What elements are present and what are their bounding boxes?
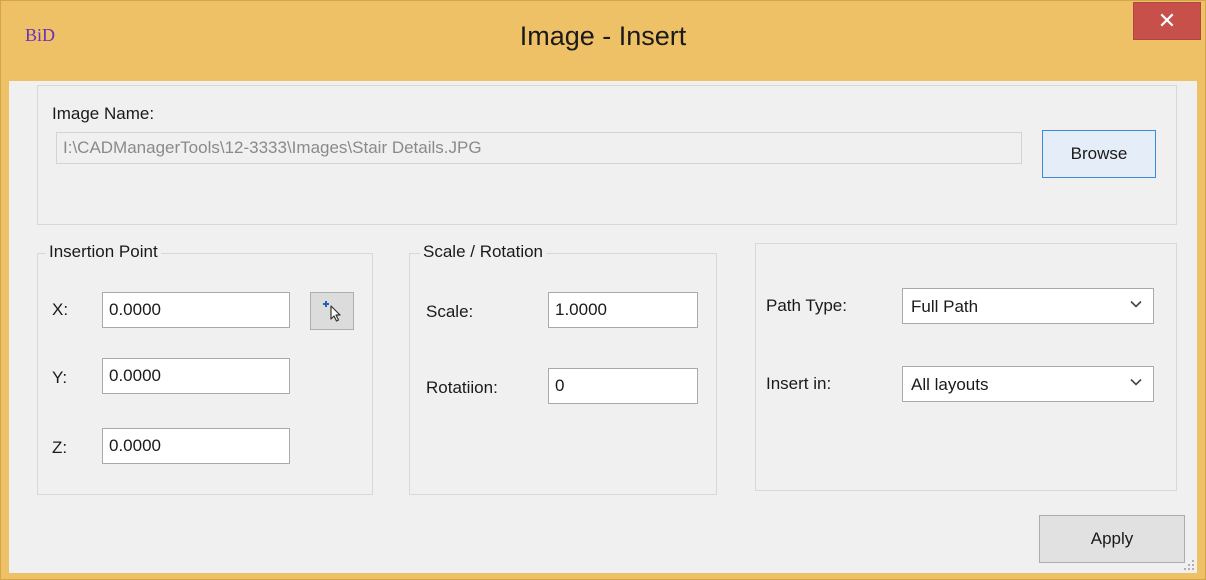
scale-input[interactable]: 1.0000 — [548, 292, 698, 328]
dialog-body: Image Name: I:\CADManagerTools\12-3333\I… — [9, 81, 1197, 573]
x-input[interactable]: 0.0000 — [102, 292, 290, 328]
image-path-field[interactable]: I:\CADManagerTools\12-3333\Images\Stair … — [56, 132, 1022, 164]
scale-label: Scale: — [426, 302, 474, 321]
title-bar[interactable]: BiD Image - Insert ✕ — [1, 1, 1205, 81]
insert-in-value: All layouts — [911, 375, 989, 394]
rotation-input[interactable]: 0 — [548, 368, 698, 404]
z-input[interactable]: 0.0000 — [102, 428, 290, 464]
image-name-label: Image Name: — [52, 104, 155, 123]
pick-point-icon — [323, 301, 341, 322]
pick-point-button[interactable] — [310, 292, 354, 330]
dialog-title: Image - Insert — [519, 21, 687, 51]
browse-button[interactable]: Browse — [1042, 130, 1156, 178]
path-type-select[interactable]: Full Path — [902, 288, 1154, 324]
y-label: Y: — [52, 368, 68, 387]
path-type-label: Path Type: — [766, 296, 847, 315]
y-input[interactable]: 0.0000 — [102, 358, 290, 394]
path-type-value: Full Path — [911, 297, 979, 316]
x-label: X: — [52, 300, 69, 319]
scale-rotation-group: Scale / Rotation Scale: 1.0000 Rotatiion… — [409, 242, 717, 495]
insert-in-select[interactable]: All layouts — [902, 366, 1154, 402]
chevron-down-icon — [1130, 300, 1142, 308]
apply-button[interactable]: Apply — [1039, 515, 1185, 563]
image-insert-dialog: BiD Image - Insert ✕ Image Name: I:\CADM… — [0, 0, 1206, 580]
image-name-group: Image Name: I:\CADManagerTools\12-3333\I… — [37, 85, 1177, 225]
path-options-group: Path Type: Full Path Insert in: All layo… — [755, 243, 1177, 491]
chevron-down-icon — [1130, 378, 1142, 386]
insertion-point-title: Insertion Point — [46, 242, 161, 262]
insert-in-label: Insert in: — [766, 374, 832, 393]
close-button[interactable]: ✕ — [1133, 2, 1201, 40]
scale-rotation-title: Scale / Rotation — [420, 242, 547, 262]
close-icon: ✕ — [1157, 8, 1177, 33]
rotation-label: Rotatiion: — [426, 378, 498, 397]
insertion-point-group: Insertion Point X: 0.0000 Y: 0.0000 Z: 0… — [37, 242, 373, 495]
z-label: Z: — [52, 438, 68, 457]
resize-grip-icon[interactable] — [1183, 559, 1195, 571]
